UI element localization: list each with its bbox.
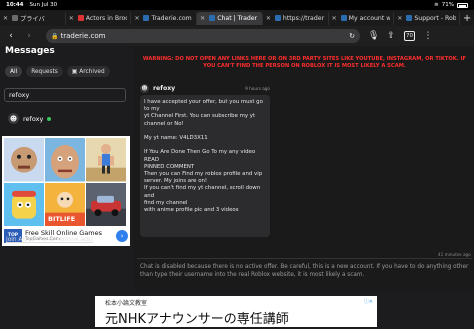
filter-archived[interactable]: ▣ Archived [66,66,110,77]
battery-percent: 71% [441,2,454,8]
close-tab-icon[interactable]: ✕ [69,15,74,22]
sidebar-ad[interactable]: BITLIFE TOP Free Skill Online Games TopG… [2,136,130,246]
tab-label: My account w [348,14,391,22]
tab-label: Support - Robl [414,14,457,22]
share-icon[interactable]: ⇪ [386,31,396,41]
favicon-icon [209,15,216,21]
favicon-icon [143,15,150,21]
tab-label: Traderie.com [151,14,192,22]
ad-tile-runner [86,138,126,182]
ad-tile-bitlife: BITLIFE [45,182,85,226]
close-tab-icon[interactable]: ✕ [332,15,337,22]
wifi-icon: ≋ [434,2,439,8]
ad-tile-bald-man [45,138,85,182]
browser-tab[interactable]: ✕ Actors in Broo [66,11,132,25]
chat-panel: WARNING: DO NOT OPEN ANY LINKS HERE OR O… [133,46,474,291]
tab-label: Chat | Trader [217,14,258,22]
microphone-icon[interactable]: 🎙 [368,31,379,41]
message-sender[interactable]: refoxy [153,85,175,92]
chat-disabled-note: Chat is disabled because there is no act… [140,264,469,278]
online-status-icon [47,116,52,121]
browser-tab[interactable]: ✕ プライバ [0,11,66,25]
search-value: refoxy [9,91,30,99]
ad-tile-face-game [4,138,44,182]
favicon-icon [274,15,281,21]
browser-tab[interactable]: ✕ Traderie.com [131,11,198,25]
remove-ads-link[interactable]: Join Akrew Pro to remove ads! [6,237,93,243]
filter-requests[interactable]: Requests [26,66,63,77]
status-time: 10:44 [6,2,24,8]
message-bubble: I have accepted your offer, but you must… [140,95,270,237]
status-date: Sun Jul 30 [29,2,58,8]
user-avatar-icon: ☻ [8,113,19,124]
ad-title: Free Skill Online Games [25,229,103,237]
close-tab-icon[interactable]: ✕ [266,15,271,22]
ad-tile-stumble [4,182,44,226]
forward-icon[interactable]: › [24,31,34,41]
message-header: ☻ refoxy 9 hours ago [140,82,270,94]
filter-requests-label: Requests [31,68,58,75]
filter-all[interactable]: All [5,66,23,77]
last-message-time: 41 minutes ago [438,252,471,257]
filter-archived-label: Archived [79,68,105,75]
url-toolbar: ‹ › 🔒 traderie.com ↻ 🎙 ⇪ 70 ⋮ [0,26,474,46]
battery-icon [457,2,468,8]
screen: { "status_bar": { "time": "10:44", "date… [0,0,474,329]
favicon-icon [406,15,413,21]
bottom-banner-ad[interactable]: 松本小論文教室 元NHKアナウンサーの専任講師 ⓘ✕ [95,296,377,327]
banner-headline: 元NHKアナウンサーの専任講師 [105,312,289,327]
search-input[interactable]: refoxy [4,88,126,102]
scam-warning: WARNING: DO NOT OPEN ANY LINKS HERE OR O… [142,56,467,70]
browser-tab-bar: ✕ プライバ ✕ Actors in Broo ✕ Traderie.com ✕ Chat |… [0,10,474,26]
conversation-item[interactable]: ☻ refoxy [4,109,128,128]
close-tab-icon[interactable]: ✕ [397,15,402,22]
status-right: ≋ 71% [434,2,468,8]
close-tab-icon[interactable]: ✕ [3,15,8,22]
ad-tile-bitlife-label: BITLIFE [48,215,76,223]
browser-tab[interactable]: ✕ Chat | Trader [197,11,263,25]
ad-choices-icon[interactable]: ⓘ✕ [364,298,373,305]
messages-sidebar: Messages All Requests ▣ Archived refoxy ☻… [0,46,133,291]
messages-title: Messages [5,46,55,56]
status-bar: 10:44 Sun Jul 30 ≋ 71% [0,0,474,10]
ad-next-arrow-icon[interactable]: › [116,229,128,242]
ad-image-grid: BITLIFE [4,138,126,226]
message-time: 9 hours ago [245,85,270,91]
tab-label: Actors in Broo [85,14,128,22]
message-filters: All Requests ▣ Archived [5,66,110,77]
close-tab-icon[interactable]: ✕ [134,15,139,22]
conversation-username: refoxy [23,114,44,123]
chat-divider [137,258,472,259]
archive-icon: ▣ [71,68,78,75]
browser-tab[interactable]: ✕ My account w [329,11,395,25]
browser-tab[interactable]: ✕ https://trader [263,11,329,25]
favicon-icon [12,15,19,21]
ad-tile-car [86,182,126,226]
reload-icon[interactable]: ↻ [349,32,355,40]
tab-label: https://trader [282,14,325,22]
sender-avatar-icon: ☻ [140,83,149,93]
bottom-ad-area: 松本小論文教室 元NHKアナウンサーの専任講師 ⓘ✕ [0,291,474,329]
favicon-icon [340,15,347,21]
favicon-icon [77,15,84,21]
close-tab-icon[interactable]: ✕ [200,15,205,22]
banner-small-text: 松本小論文教室 [105,300,148,307]
tab-label: プライバ [20,15,45,23]
menu-icon[interactable]: ⋮ [423,31,433,41]
new-tab-icon[interactable]: + [460,13,474,24]
tab-count-button[interactable]: 70 [404,31,415,41]
browser-tab[interactable]: ✕ Support - Robl [394,11,461,25]
address-text: traderie.com [60,32,106,40]
filter-all-label: All [10,68,18,75]
back-icon[interactable]: ‹ [6,31,16,41]
address-bar[interactable]: 🔒 traderie.com ↻ [46,29,360,43]
lock-icon: 🔒 [51,32,59,40]
